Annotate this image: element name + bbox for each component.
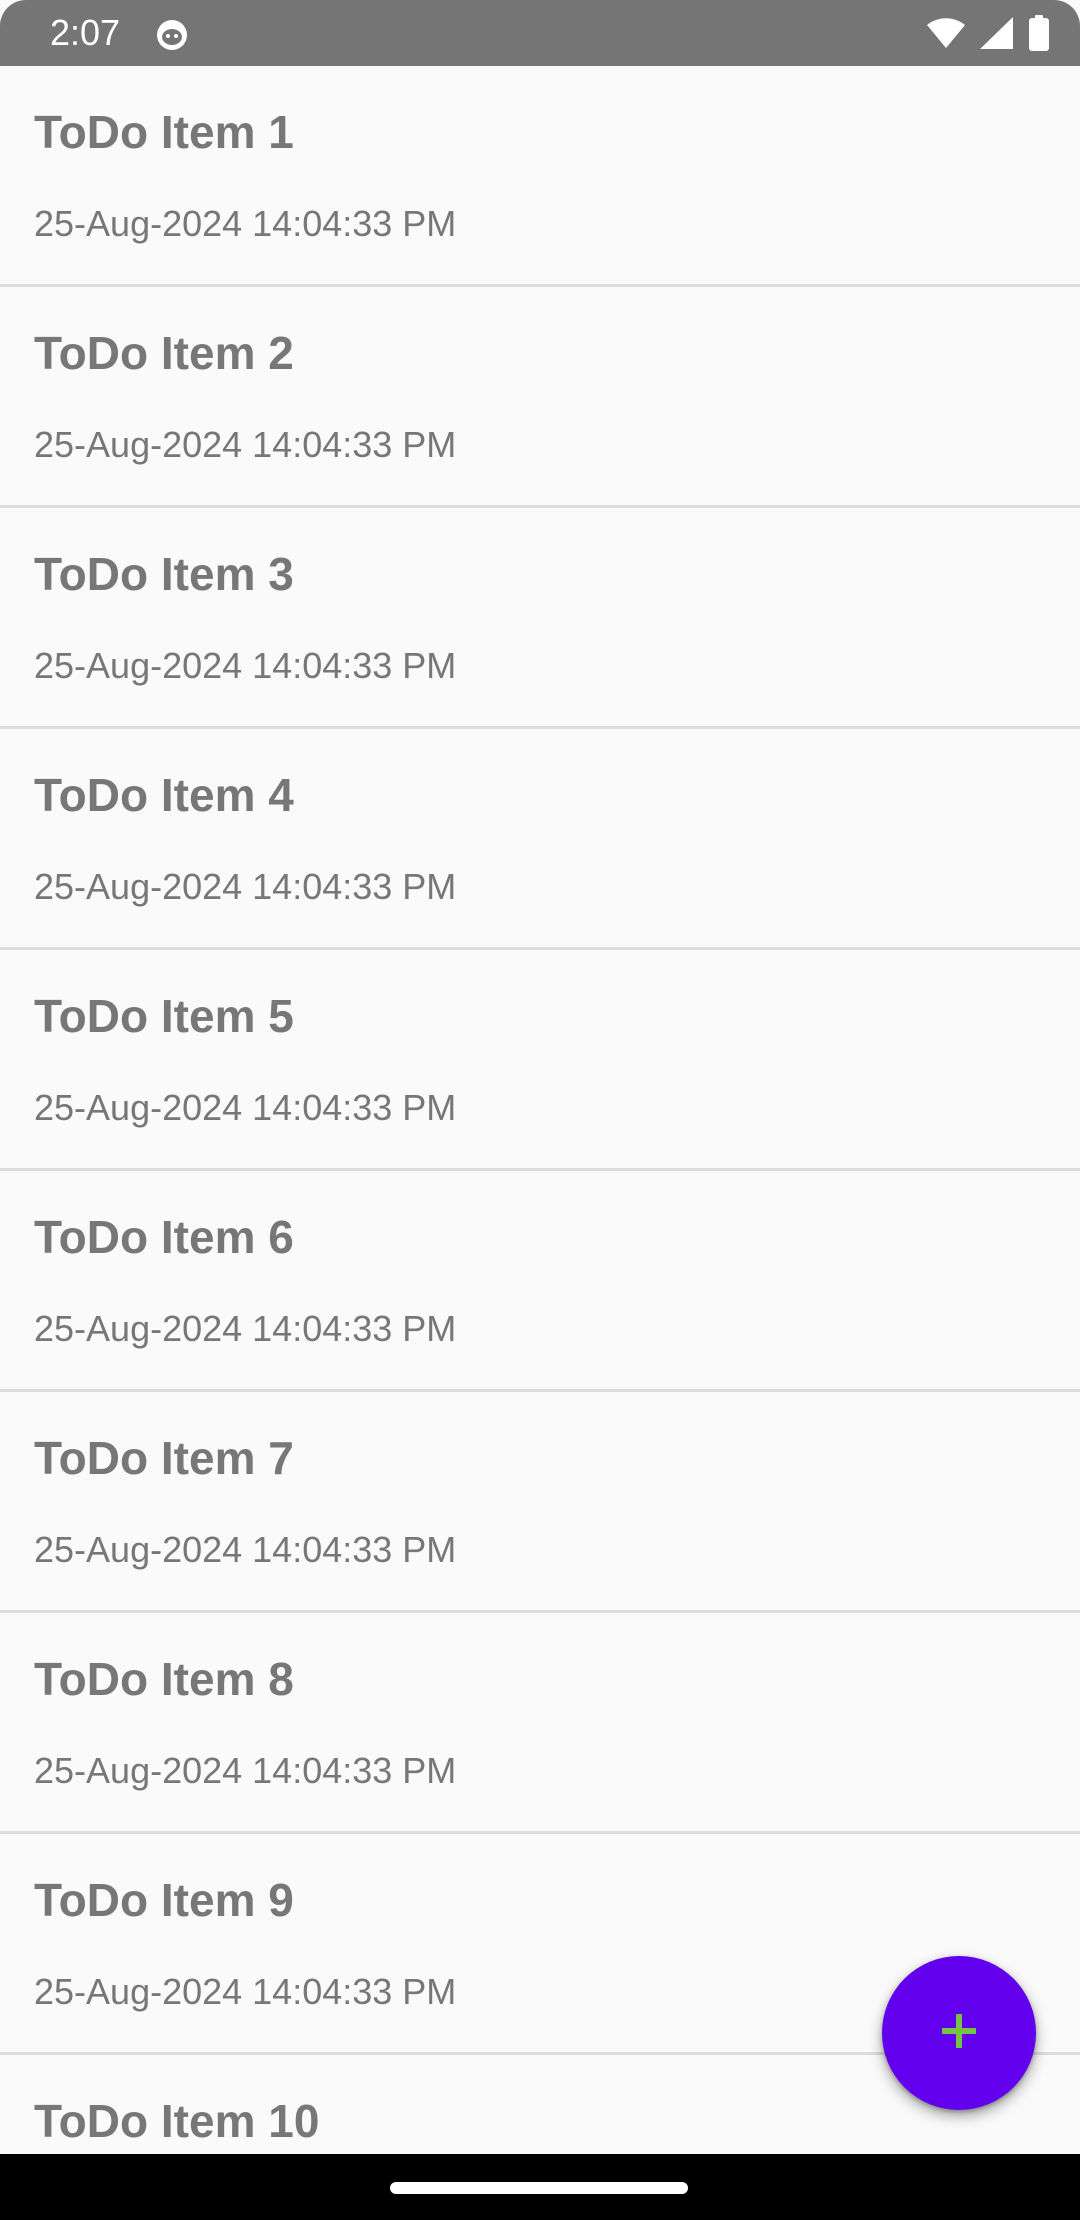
todo-title: ToDo Item 3 [34, 548, 294, 600]
status-bar: 2:07 [0, 0, 1080, 66]
plus-icon [939, 2011, 979, 2056]
list-item[interactable]: ToDo Item 5 25-Aug-2024 14:04:33 PM [0, 950, 1080, 1171]
todo-date: 25-Aug-2024 14:04:33 PM [34, 203, 457, 244]
home-gesture-handle[interactable] [390, 2182, 688, 2194]
list-item[interactable]: ToDo Item 1 25-Aug-2024 14:04:33 PM [0, 66, 1080, 287]
todo-title: ToDo Item 10 [34, 2095, 320, 2147]
todo-title: ToDo Item 5 [34, 990, 294, 1042]
todo-date: 25-Aug-2024 14:04:33 PM [34, 1529, 457, 1570]
todo-list[interactable]: ToDo Item 1 25-Aug-2024 14:04:33 PM ToDo… [0, 66, 1080, 2154]
wifi-icon [926, 17, 966, 49]
add-todo-button[interactable] [882, 1956, 1036, 2110]
todo-title: ToDo Item 4 [34, 769, 294, 821]
battery-icon [1028, 15, 1050, 51]
signal-icon [980, 17, 1014, 49]
todo-date: 25-Aug-2024 14:04:33 PM [34, 645, 457, 686]
todo-title: ToDo Item 2 [34, 327, 294, 379]
list-item[interactable]: ToDo Item 3 25-Aug-2024 14:04:33 PM [0, 508, 1080, 729]
todo-date: 25-Aug-2024 14:04:33 PM [34, 1087, 457, 1128]
app-notification-icon [154, 16, 190, 52]
list-item[interactable]: ToDo Item 7 25-Aug-2024 14:04:33 PM [0, 1392, 1080, 1613]
list-item[interactable]: ToDo Item 8 25-Aug-2024 14:04:33 PM [0, 1613, 1080, 1834]
list-item[interactable]: ToDo Item 2 25-Aug-2024 14:04:33 PM [0, 287, 1080, 508]
todo-date: 25-Aug-2024 14:04:33 PM [34, 1971, 457, 2012]
todo-screen: 2:07 ToDo Item 1 25-Aug-2024 14:04:33 PM… [0, 0, 1080, 2220]
status-time: 2:07 [50, 12, 121, 53]
list-item[interactable]: ToDo Item 4 25-Aug-2024 14:04:33 PM [0, 729, 1080, 950]
todo-title: ToDo Item 8 [34, 1653, 294, 1705]
todo-title: ToDo Item 1 [34, 106, 294, 158]
todo-date: 25-Aug-2024 14:04:33 PM [34, 866, 457, 907]
status-icons [926, 14, 1050, 52]
todo-title: ToDo Item 6 [34, 1211, 294, 1263]
todo-date: 25-Aug-2024 14:04:33 PM [34, 1750, 457, 1791]
navigation-bar [0, 2154, 1080, 2220]
todo-date: 25-Aug-2024 14:04:33 PM [34, 424, 457, 465]
list-item[interactable]: ToDo Item 6 25-Aug-2024 14:04:33 PM [0, 1171, 1080, 1392]
todo-title: ToDo Item 9 [34, 1874, 294, 1926]
todo-title: ToDo Item 7 [34, 1432, 294, 1484]
todo-date: 25-Aug-2024 14:04:33 PM [34, 1308, 457, 1349]
